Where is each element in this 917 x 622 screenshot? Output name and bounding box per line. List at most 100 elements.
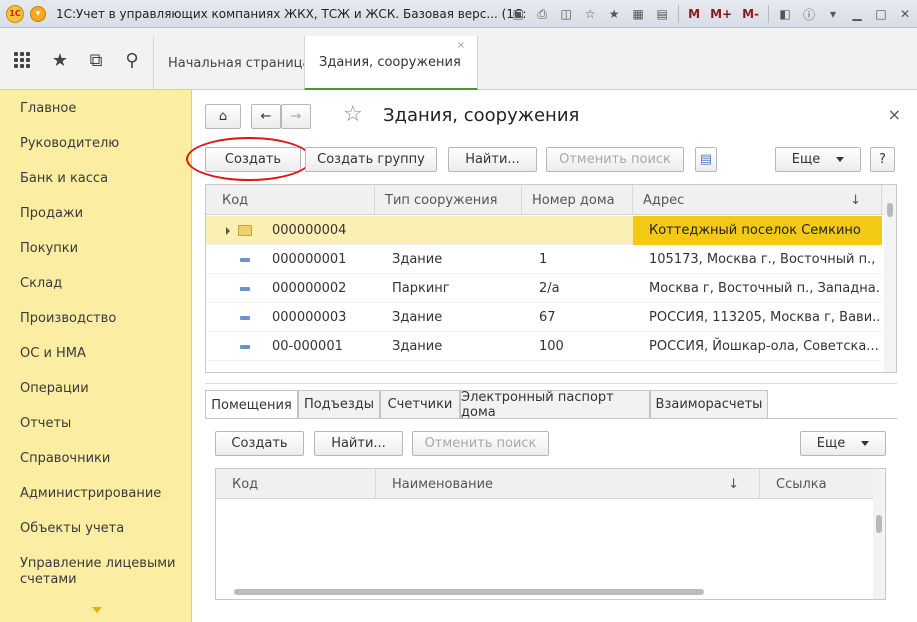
sidebar-item-personal-accounts[interactable]: Управление лицевыми счетами	[20, 556, 185, 588]
chevron-down-icon	[836, 157, 845, 162]
minimize-icon[interactable]: ▁	[847, 4, 867, 24]
forward-arrow-icon: →	[290, 109, 302, 124]
add-favorite-icon[interactable]: ☆	[580, 4, 600, 24]
sidebar-item-bank[interactable]: Банк и касса	[20, 171, 185, 187]
close-window-icon[interactable]: ✕	[895, 4, 915, 24]
main-menu-button[interactable]: ▾	[30, 5, 46, 22]
search-icon[interactable]: ⚲	[122, 50, 142, 71]
expand-arrow-icon[interactable]	[226, 216, 230, 245]
sidebar-item-warehouse[interactable]: Склад	[20, 276, 185, 292]
panel-layout-icon[interactable]: ◧	[775, 4, 795, 24]
history-icon[interactable]: ⧉	[86, 50, 106, 71]
memory-plus-button[interactable]: M+	[707, 4, 735, 24]
print-icon[interactable]: ⎙	[532, 4, 552, 24]
calendar-icon[interactable]: ▦	[628, 4, 648, 24]
list-icon: ▤	[699, 152, 713, 167]
sidebar-item-purchases[interactable]: Покупки	[20, 241, 185, 257]
forward-button[interactable]: →	[281, 104, 311, 129]
sub-cancel-search-button[interactable]: Отменить поиск	[412, 431, 549, 456]
section-bar: ★ ⧉ ⚲ Начальная страница Здания, сооруже…	[0, 28, 917, 91]
column-header-link[interactable]: Ссылка	[760, 469, 873, 499]
table-row[interactable]: 000000003 Здание 67 РОССИЯ, 113205, Моск…	[206, 303, 882, 332]
table-row[interactable]: 000000001 Здание 1 105173, Москва г., Во…	[206, 245, 882, 274]
sidebar-item-fixed-assets[interactable]: ОС и НМА	[20, 346, 185, 362]
calculator-icon[interactable]: ▤	[652, 4, 672, 24]
subtab-entrances[interactable]: Подъезды	[298, 390, 380, 418]
table-row[interactable]: 000000002 Паркинг 2/а Москва г, Восточны…	[206, 274, 882, 303]
maximize-icon[interactable]: □	[871, 4, 891, 24]
subtab-settlements[interactable]: Взаиморасчеты	[650, 390, 768, 418]
horizontal-scrollbar-thumb[interactable]	[234, 589, 704, 595]
cell-type: Здание	[392, 252, 443, 267]
rooms-panel: Создать Найти... Отменить поиск Еще Код …	[205, 418, 897, 606]
sidebar-item-directories[interactable]: Справочники	[20, 451, 185, 467]
favorite-star-icon[interactable]: ☆	[343, 102, 363, 127]
memory-minus-button[interactable]: M-	[739, 4, 762, 24]
sidebar-item-administration[interactable]: Администрирование	[20, 486, 185, 502]
tab-buildings[interactable]: Здания, сооружения ×	[304, 36, 478, 91]
column-header-type[interactable]: Тип сооружения	[375, 185, 522, 215]
back-button[interactable]: ←	[251, 104, 281, 129]
favorites-star-icon[interactable]: ★	[50, 50, 70, 71]
sub-more-button[interactable]: Еще	[800, 431, 886, 456]
column-header-name-label: Наименование	[392, 476, 494, 492]
item-icon	[240, 332, 250, 361]
more-button[interactable]: Еще	[775, 147, 861, 172]
home-button[interactable]: ⌂	[205, 104, 241, 129]
table-row[interactable]: 00-000001 Здание 100 РОССИЯ, Йошкар-ола,…	[206, 332, 882, 361]
sort-down-icon: ↓	[728, 476, 739, 492]
help-button[interactable]: ?	[870, 147, 895, 172]
column-header-number[interactable]: Номер дома	[522, 185, 633, 215]
scrollbar-thumb[interactable]	[887, 203, 893, 217]
cell-address: РОССИЯ, 113205, Москва г, Вави...	[649, 310, 879, 325]
cell-type: Здание	[392, 310, 443, 325]
cell-code: 000000004	[272, 223, 347, 238]
tab-close-icon[interactable]: ×	[457, 40, 465, 51]
table-row[interactable]: 000000004 Коттеджный поселок Семкино	[206, 216, 882, 245]
column-header-name[interactable]: Наименование ↓	[376, 469, 760, 499]
preview-icon[interactable]: ◫	[556, 4, 576, 24]
scrollbar-thumb[interactable]	[876, 515, 882, 533]
sub-more-button-label: Еще	[816, 436, 846, 451]
more-button-label: Еще	[791, 152, 821, 167]
sidebar-item-director[interactable]: Руководителю	[20, 136, 185, 152]
tab-home[interactable]: Начальная страница	[153, 36, 326, 90]
cell-type: Здание	[392, 339, 443, 354]
sections-menu-icon[interactable]	[12, 50, 32, 70]
create-group-button[interactable]: Создать группу	[305, 147, 437, 172]
sub-find-button[interactable]: Найти...	[314, 431, 403, 456]
memory-button[interactable]: M	[685, 4, 703, 24]
sidebar-item-sales[interactable]: Продажи	[20, 206, 185, 222]
highlight-circle	[186, 137, 312, 181]
list-settings-button[interactable]: ▤	[695, 147, 717, 172]
toolbar-separator	[678, 5, 680, 23]
info-icon[interactable]: ⓘ	[799, 4, 819, 24]
sidebar-item-operations[interactable]: Операции	[20, 381, 185, 397]
column-header-address[interactable]: Адрес ↓	[633, 185, 882, 215]
column-header-code[interactable]: Код	[206, 185, 375, 215]
cell-number: 67	[539, 310, 556, 325]
cancel-search-button[interactable]: Отменить поиск	[546, 147, 684, 172]
subtab-meters[interactable]: Счетчики	[380, 390, 460, 418]
sidebar-item-reports[interactable]: Отчеты	[20, 416, 185, 432]
sidebar-item-main[interactable]: Главное	[20, 101, 185, 117]
subtable-scrollbar[interactable]	[873, 469, 885, 599]
form-close-icon[interactable]: ×	[888, 105, 901, 124]
find-button[interactable]: Найти...	[448, 147, 537, 172]
home-icon: ⌂	[218, 109, 228, 124]
sidebar-scroll-down-icon[interactable]	[92, 607, 102, 613]
splitter[interactable]	[205, 383, 897, 384]
sidebar-item-accounting-objects[interactable]: Объекты учета	[20, 521, 185, 537]
column-header-code[interactable]: Код	[216, 469, 376, 499]
subtab-house-passport[interactable]: Электронный паспорт дома	[460, 390, 650, 420]
save-icon[interactable]: ▣	[508, 4, 528, 24]
favorites-icon[interactable]: ★	[604, 4, 624, 24]
sort-down-icon: ↓	[850, 192, 861, 208]
info-dropdown-icon[interactable]: ▾	[823, 4, 843, 24]
cell-code: 000000003	[272, 310, 347, 325]
sidebar-item-production[interactable]: Производство	[20, 311, 185, 327]
sub-create-button[interactable]: Создать	[215, 431, 304, 456]
subtab-rooms[interactable]: Помещения	[205, 390, 298, 419]
table-scrollbar[interactable]	[884, 185, 896, 372]
item-icon	[240, 274, 250, 303]
